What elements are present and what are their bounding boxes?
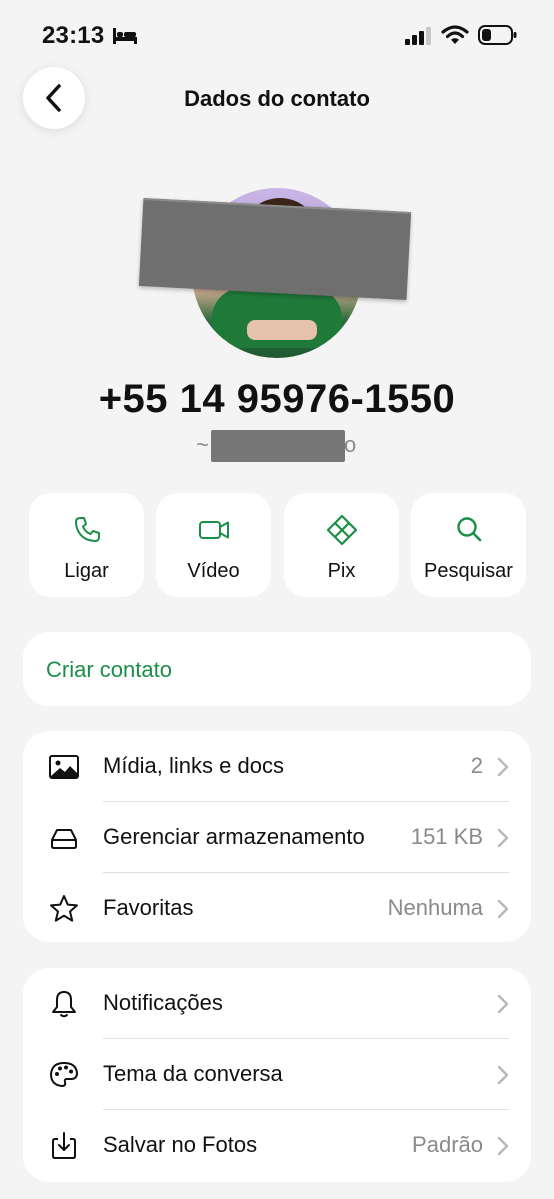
bed-icon <box>113 28 137 44</box>
video-button-label: Vídeo <box>187 560 240 582</box>
pix-button[interactable]: Pix <box>284 493 399 597</box>
row-label: Tema da conversa <box>103 1061 283 1086</box>
row-label: Salvar no Fotos <box>103 1132 258 1157</box>
battery-icon <box>478 25 517 45</box>
avatar-skin <box>247 320 317 340</box>
row-value: Nenhuma <box>387 895 483 920</box>
video-button[interactable]: Vídeo <box>156 493 271 597</box>
bell-icon <box>52 991 76 1018</box>
row-manage-storage[interactable]: Gerenciar armazenamento 151 KB <box>23 802 531 873</box>
storage-icon <box>51 829 77 849</box>
row-value: 2 <box>470 753 483 778</box>
row-label: Gerenciar armazenamento <box>103 824 365 849</box>
search-button-label: Pesquisar <box>424 560 513 582</box>
row-value: 151 KB <box>410 824 483 849</box>
phone-icon <box>74 517 100 542</box>
row-chat-theme[interactable]: Tema da conversa <box>23 1039 531 1110</box>
search-button[interactable]: Pesquisar <box>411 493 526 597</box>
chevron-right-icon <box>497 1136 509 1156</box>
row-label: Favoritas <box>103 895 194 920</box>
wifi-icon <box>441 25 469 44</box>
page-title: Dados do contato <box>184 86 370 111</box>
row-media-links-docs[interactable]: Mídia, links e docs 2 <box>23 731 531 802</box>
username-prefix: ~ <box>196 432 209 457</box>
row-value: Padrão <box>412 1132 483 1157</box>
row-save-to-photos[interactable]: Salvar no Fotos Padrão <box>23 1110 531 1181</box>
status-time: 23:13 <box>42 22 105 49</box>
star-icon <box>50 895 78 922</box>
image-icon <box>49 755 79 779</box>
chevron-right-icon <box>497 828 509 848</box>
contact-phone-number: +55 14 95976-1550 <box>98 377 456 421</box>
download-icon <box>52 1132 76 1159</box>
avatar-redaction <box>138 198 412 300</box>
chevron-right-icon <box>497 757 509 777</box>
row-label: Mídia, links e docs <box>103 753 284 778</box>
row-label: Notificações <box>103 990 223 1015</box>
chevron-right-icon <box>497 899 509 919</box>
search-icon <box>456 517 481 542</box>
username-suffix: o <box>344 432 357 457</box>
pix-icon <box>326 514 357 546</box>
video-icon <box>198 521 229 539</box>
chevron-right-icon <box>497 1065 509 1085</box>
pix-button-label: Pix <box>327 560 356 582</box>
status-bar: 23:13 <box>0 0 554 70</box>
chevron-right-icon <box>497 994 509 1014</box>
row-notifications[interactable]: Notificações <box>23 968 531 1039</box>
username-redaction <box>211 430 345 462</box>
create-contact-button[interactable]: Criar contato <box>23 632 531 706</box>
create-contact-label: Criar contato <box>46 657 172 682</box>
row-favorites[interactable]: Favoritas Nenhuma <box>23 873 531 944</box>
action-buttons: Ligar Vídeo Pix Pesquisar <box>29 493 526 597</box>
call-button-label: Ligar <box>64 560 109 582</box>
settings-section: Notificações Tema da conversa Salvar no … <box>23 968 531 1182</box>
signal-icon <box>405 27 431 45</box>
media-section: Mídia, links e docs 2 Gerenciar armazena… <box>23 731 531 942</box>
call-button[interactable]: Ligar <box>29 493 144 597</box>
contact-username: ~ o <box>0 430 554 464</box>
palette-icon <box>50 1062 78 1087</box>
